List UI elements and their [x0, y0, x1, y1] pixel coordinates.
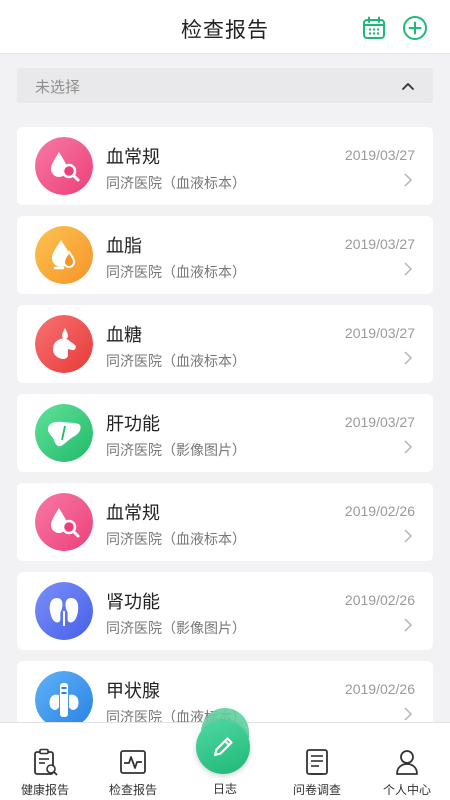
plus-circle-icon — [403, 16, 427, 40]
tab-personal-center[interactable]: 个人中心 — [362, 723, 450, 800]
report-filter-select[interactable]: 未选择 — [17, 68, 433, 103]
chevron-right-icon — [404, 707, 413, 721]
chevron-right-icon — [404, 351, 413, 365]
thyroid-icon — [35, 671, 93, 726]
report-source: 同济医院（血液标本） — [106, 532, 246, 548]
questionnaire-icon — [306, 749, 328, 775]
report-date: 2019/03/27 — [344, 414, 415, 430]
report-name: 肾功能 — [106, 592, 160, 613]
report-date: 2019/02/26 — [344, 503, 415, 519]
chevron-right-icon — [404, 440, 413, 454]
report-name: 血糖 — [106, 325, 142, 346]
report-date: 2019/02/26 — [344, 592, 415, 608]
tab-label: 问卷调查 — [292, 783, 341, 797]
report-card[interactable]: 肾功能 同济医院（影像图片） 2019/02/26 — [17, 572, 433, 650]
report-card[interactable]: 血常规 同济医院（血液标本） 2019/03/27 — [17, 127, 433, 205]
chevron-up-icon — [402, 83, 414, 90]
report-source: 同济医院（影像图片） — [106, 621, 246, 637]
pulse-chart-icon — [120, 750, 146, 774]
tab-questionnaire[interactable]: 问卷调查 — [272, 723, 362, 800]
tab-label: 健康报告 — [20, 783, 69, 797]
report-list[interactable]: 血常规 同济医院（血液标本） 2019/03/27 血脂 同济医院（血液标本） … — [0, 116, 450, 726]
report-date: 2019/03/27 — [344, 325, 415, 341]
chevron-right-icon — [404, 529, 413, 543]
pencil-icon — [213, 737, 233, 757]
chevron-right-icon — [404, 173, 413, 187]
tab-label: 个人中心 — [382, 783, 431, 797]
chevron-right-icon — [404, 618, 413, 632]
tab-label: 日志 — [212, 782, 237, 796]
blood-drop-lipid-icon — [35, 226, 93, 284]
blood-drop-magnifier-icon — [35, 137, 93, 195]
kidney-icon — [35, 582, 93, 640]
report-source: 同济医院（血液标本） — [106, 354, 246, 370]
report-source: 同济医院（影像图片） — [106, 443, 246, 459]
glucose-test-icon — [35, 315, 93, 373]
tab-diary-button[interactable] — [196, 720, 250, 774]
report-card[interactable]: 血脂 同济医院（血液标本） 2019/03/27 — [17, 216, 433, 294]
report-name: 肝功能 — [106, 414, 160, 435]
add-report-button[interactable] — [402, 15, 428, 41]
app-header: 检查报告 — [0, 0, 450, 54]
calendar-icon — [363, 16, 385, 39]
report-date: 2019/02/26 — [344, 681, 415, 697]
report-name: 血常规 — [106, 147, 160, 168]
report-name: 血脂 — [106, 236, 142, 257]
blood-drop-magnifier-icon — [35, 493, 93, 551]
report-source: 同济医院（血液标本） — [106, 176, 246, 192]
filter-value: 未选择 — [35, 78, 81, 96]
chevron-right-icon — [404, 262, 413, 276]
report-card[interactable]: 血糖 同济医院（血液标本） 2019/03/27 — [17, 305, 433, 383]
report-date: 2019/03/27 — [344, 147, 415, 163]
calendar-button[interactable] — [361, 15, 387, 41]
clipboard-report-icon — [34, 748, 58, 776]
tab-label: 检查报告 — [108, 783, 157, 797]
tab-health-report[interactable]: 健康报告 — [0, 723, 90, 800]
report-source: 同济医院（血液标本） — [106, 265, 246, 281]
report-name: 甲状腺 — [106, 681, 160, 702]
report-date: 2019/03/27 — [344, 236, 415, 252]
report-name: 血常规 — [106, 503, 160, 524]
liver-icon — [35, 404, 93, 462]
tab-check-report[interactable]: 检查报告 — [88, 723, 178, 800]
report-card[interactable]: 血常规 同济医院（血液标本） 2019/02/26 — [17, 483, 433, 561]
person-icon — [396, 750, 418, 775]
report-card[interactable]: 肝功能 同济医院（影像图片） 2019/03/27 — [17, 394, 433, 472]
